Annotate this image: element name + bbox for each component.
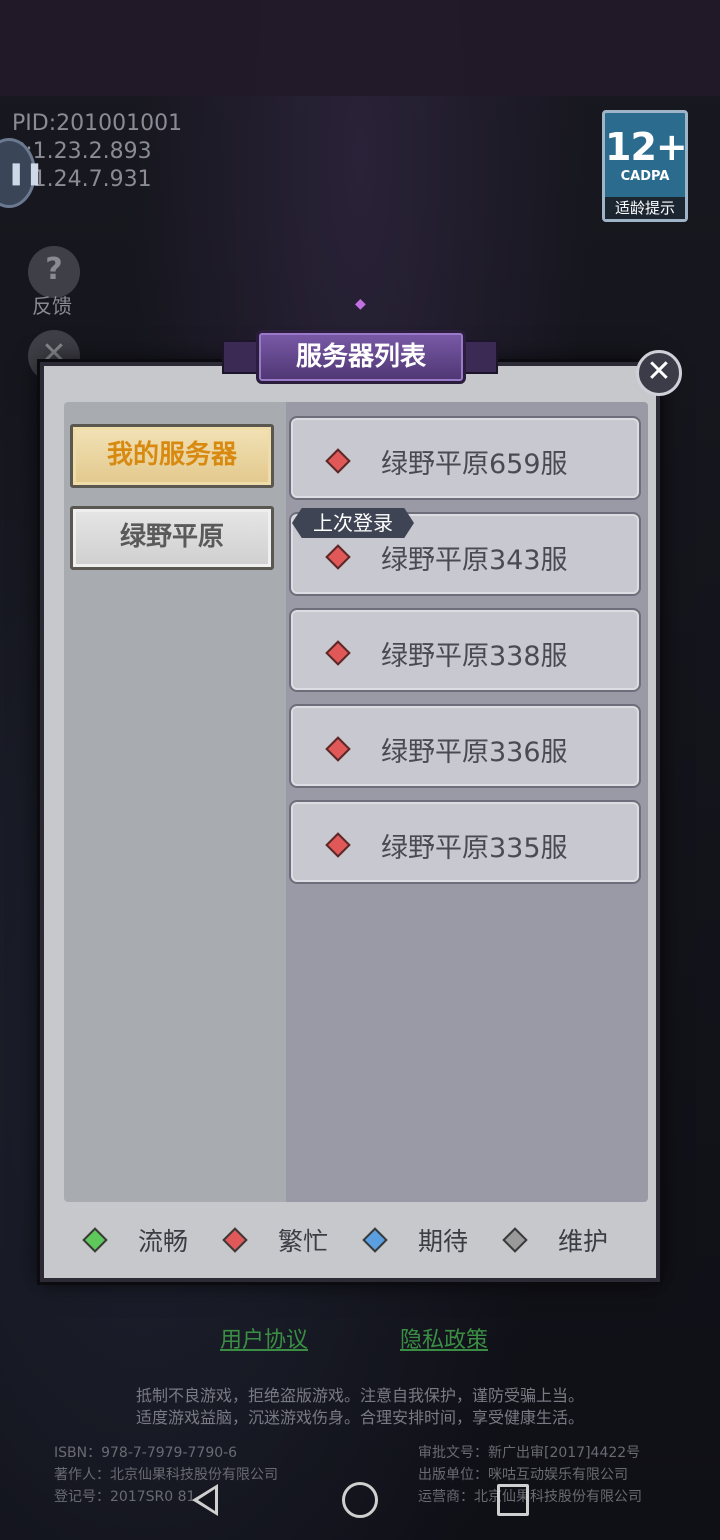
server-item[interactable]: 绿野平原335服	[289, 800, 641, 884]
category-my-servers[interactable]: 我的服务器	[70, 424, 274, 488]
question-icon: ?	[45, 252, 63, 287]
server-name: 绿野平原343服	[381, 545, 568, 576]
feedback-label: 反馈	[32, 294, 72, 318]
background-top-band	[0, 0, 720, 96]
legend-busy-label: 繁忙	[278, 1227, 329, 1256]
dialog-title: 服务器列表	[256, 330, 466, 384]
last-login-tag: 上次登录	[292, 508, 414, 538]
category-region[interactable]: 绿野平原	[70, 506, 274, 570]
legend-upcoming-label: 期待	[418, 1227, 469, 1256]
health-notice-line-2: 适度游戏益脑，沉迷游戏伤身。合理安排时间，享受健康生活。	[135, 1408, 584, 1427]
age-rating-tip: 适龄提示	[605, 197, 685, 219]
server-name: 绿野平原338服	[381, 641, 568, 672]
status-busy-icon	[325, 448, 351, 474]
server-item[interactable]: 绿野平原338服	[289, 608, 641, 692]
age-rating-org: CADPA	[620, 169, 670, 184]
close-icon: ✕	[646, 354, 672, 389]
home-circle-icon[interactable]	[342, 1482, 378, 1518]
server-item[interactable]: 绿野平原336服	[289, 704, 641, 788]
server-name: 绿野平原659服	[381, 449, 568, 480]
health-notice-line-1: 抵制不良游戏，拒绝盗版游戏。注意自我保护，谨防受骗上当。	[135, 1386, 584, 1405]
recent-square-icon[interactable]	[497, 1484, 529, 1516]
legend-smooth-label: 流畅	[138, 1227, 189, 1256]
title-gem-icon: ◆	[355, 296, 366, 312]
server-name: 绿野平原335服	[381, 833, 568, 864]
status-busy-icon	[325, 640, 351, 666]
age-rating-value: 12+	[605, 125, 688, 169]
privacy-policy-link[interactable]: 隐私政策	[400, 1322, 488, 1354]
pid-text: PID:201001001	[12, 111, 183, 136]
age-rating-badge[interactable]: 12+ CADPA 适龄提示	[602, 110, 688, 222]
status-busy-icon	[325, 832, 351, 858]
server-name: 绿野平原336服	[381, 737, 568, 768]
status-busy-icon	[325, 736, 351, 762]
server-item[interactable]: 绿野平原659服	[289, 416, 641, 500]
user-agreement-link[interactable]: 用户协议	[220, 1322, 308, 1354]
close-button[interactable]: ✕	[636, 350, 682, 396]
legend-maintenance-label: 维护	[558, 1227, 609, 1256]
system-nav-bar	[0, 1460, 720, 1540]
back-triangle-icon[interactable]	[192, 1484, 218, 1516]
status-busy-icon	[325, 544, 351, 570]
